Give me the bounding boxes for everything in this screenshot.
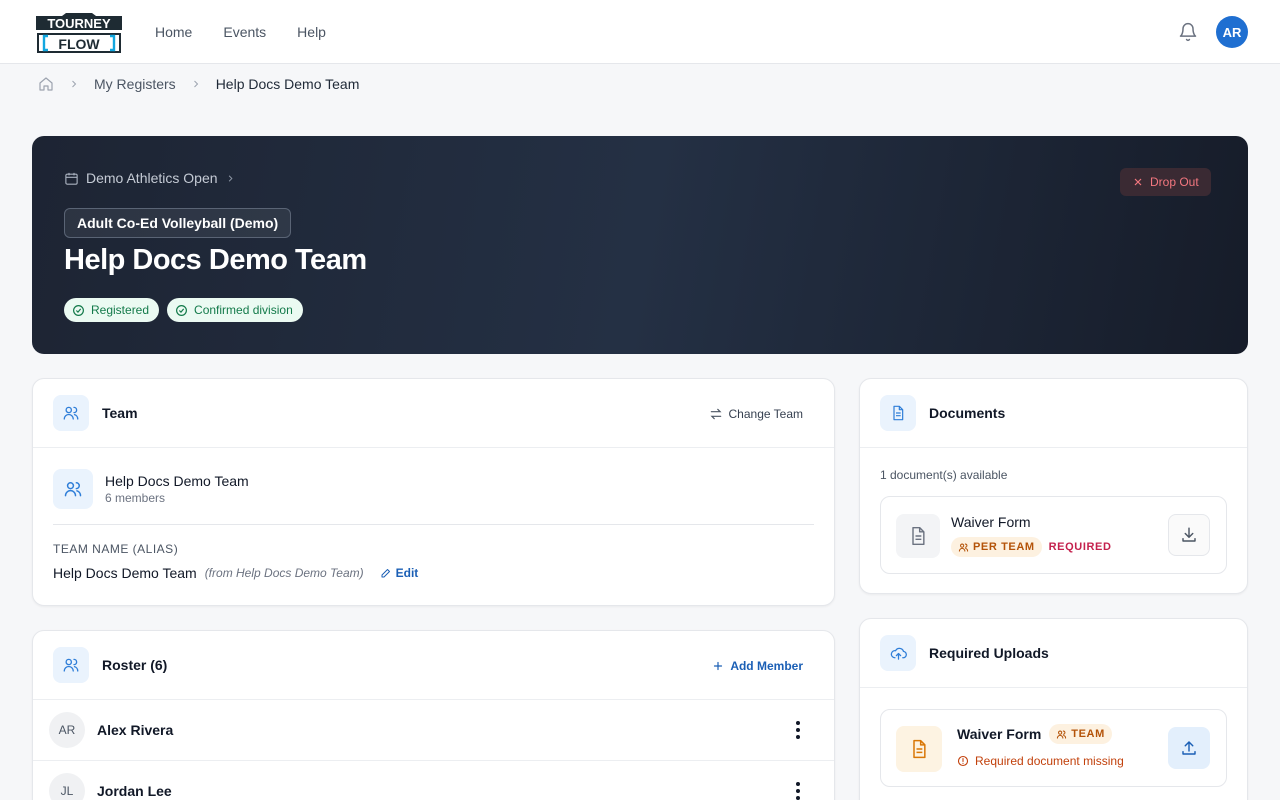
svg-text:FLOW: FLOW <box>58 36 100 52</box>
member-name: Alex Rivera <box>97 722 174 738</box>
document-count: 1 document(s) available <box>880 468 1008 482</box>
page-title: Help Docs Demo Team <box>64 244 367 276</box>
registered-badge: Registered <box>64 298 160 322</box>
users-icon <box>1057 730 1067 739</box>
roster-card-title: Roster (6) <box>102 657 168 673</box>
registration-hero: Demo Athletics Open Adult Co-Ed Volleyba… <box>32 136 1248 354</box>
chevron-right-icon <box>190 78 202 90</box>
document-icon <box>896 514 940 558</box>
divider <box>53 524 814 525</box>
roster-row[interactable]: AR Alex Rivera <box>33 700 834 761</box>
tourneyflow-logo[interactable]: TOURNEY FLOW <box>34 12 124 54</box>
alias-row: Help Docs Demo Team (from Help Docs Demo… <box>53 565 418 581</box>
scope-label: TEAM <box>1071 728 1105 740</box>
add-member-button[interactable]: Add Member <box>712 631 803 700</box>
member-name: Jordan Lee <box>97 783 172 799</box>
roster-row[interactable]: JL Jordan Lee <box>33 761 834 800</box>
roster-card: Roster (6) Add Member AR Alex Rivera JL … <box>32 630 835 800</box>
required-tag: REQUIRED <box>1048 541 1112 553</box>
uploads-card-title: Required Uploads <box>929 645 1049 661</box>
top-navbar: TOURNEY FLOW Home Events Help AR <box>0 0 1280 64</box>
drop-out-label: Drop Out <box>1150 175 1199 189</box>
pencil-icon <box>381 569 390 578</box>
chevron-right-icon <box>68 78 80 90</box>
more-vertical-icon[interactable] <box>790 781 806 800</box>
svg-text:TOURNEY: TOURNEY <box>47 16 111 31</box>
missing-status: Required document missing <box>957 754 1124 768</box>
roster-card-header: Roster (6) Add Member <box>33 631 834 700</box>
team-card: Team Change Team Help Docs Demo Team 6 m… <box>32 378 835 606</box>
drop-out-button[interactable]: Drop Out <box>1120 168 1211 196</box>
users-icon <box>958 543 969 552</box>
event-link[interactable]: Demo Athletics Open <box>64 170 236 186</box>
event-name: Demo Athletics Open <box>86 170 218 186</box>
users-icon <box>53 469 93 509</box>
breadcrumb-current: Help Docs Demo Team <box>215 76 360 92</box>
nav-home[interactable]: Home <box>155 24 192 40</box>
documents-card: Documents 1 document(s) available Waiver… <box>859 378 1248 594</box>
team-name: Help Docs Demo Team <box>105 473 249 489</box>
document-icon <box>880 395 916 431</box>
upload-icon <box>1182 741 1196 755</box>
status-badges: Registered Confirmed division <box>64 298 303 322</box>
bell-icon[interactable] <box>1178 22 1198 42</box>
missing-status-text: Required document missing <box>975 754 1124 768</box>
calendar-icon <box>65 172 78 185</box>
team-summary: Help Docs Demo Team 6 members <box>53 469 249 509</box>
per-team-tag: PER TEAM <box>951 537 1042 557</box>
main-nav: Home Events Help <box>155 0 326 64</box>
edit-label: Edit <box>395 566 419 580</box>
team-card-header: Team Change Team <box>33 379 834 448</box>
team-card-title: Team <box>102 405 138 421</box>
upload-button[interactable] <box>1168 727 1210 769</box>
document-item: Waiver Form PER TEAM REQUIRED <box>880 496 1227 574</box>
change-team-label: Change Team <box>728 406 804 421</box>
required-uploads-card: Required Uploads Waiver Form TEAM Requir… <box>859 618 1248 800</box>
user-avatar[interactable]: AR <box>1216 16 1248 48</box>
edit-alias-button[interactable]: Edit <box>380 566 419 580</box>
check-circle-icon <box>176 304 188 316</box>
confirmed-division-badge: Confirmed division <box>167 298 303 322</box>
document-name: Waiver Form <box>951 514 1031 530</box>
registered-badge-label: Registered <box>91 303 150 317</box>
confirmed-division-badge-label: Confirmed division <box>194 303 293 317</box>
cloud-upload-icon <box>880 635 916 671</box>
scope-label: PER TEAM <box>973 541 1035 553</box>
team-member-count: 6 members <box>105 491 166 505</box>
division-pill: Adult Co-Ed Volleyball (Demo) <box>64 208 292 238</box>
member-avatar: AR <box>49 712 85 748</box>
plus-icon <box>714 661 723 670</box>
team-tag: TEAM <box>1049 724 1112 744</box>
swap-icon <box>710 408 721 419</box>
breadcrumb-my-registers[interactable]: My Registers <box>94 76 176 92</box>
nav-events[interactable]: Events <box>223 24 266 40</box>
document-tags: PER TEAM REQUIRED <box>951 537 1112 557</box>
alias-value: Help Docs Demo Team <box>53 565 197 581</box>
home-icon[interactable] <box>38 76 54 92</box>
alias-label: TEAM NAME (ALIAS) <box>53 542 179 556</box>
download-button[interactable] <box>1168 514 1210 556</box>
upload-name: Waiver Form <box>957 726 1042 742</box>
close-icon <box>1134 178 1142 186</box>
documents-card-title: Documents <box>929 405 1006 421</box>
member-avatar: JL <box>49 773 85 800</box>
uploads-card-header: Required Uploads <box>860 619 1247 688</box>
users-icon <box>53 647 89 683</box>
breadcrumb: My Registers Help Docs Demo Team <box>38 74 359 94</box>
change-team-button[interactable]: Change Team <box>709 379 804 448</box>
documents-card-header: Documents <box>860 379 1247 448</box>
more-vertical-icon[interactable] <box>790 720 806 740</box>
nav-help[interactable]: Help <box>297 24 326 40</box>
chevron-right-icon <box>228 174 233 182</box>
alert-circle-icon <box>957 755 969 767</box>
check-circle-icon <box>73 304 84 316</box>
alias-source: (from Help Docs Demo Team) <box>204 566 364 580</box>
document-icon <box>896 726 942 772</box>
upload-item: Waiver Form TEAM Required document missi… <box>880 709 1227 787</box>
add-member-label: Add Member <box>730 658 803 673</box>
users-icon <box>53 395 89 431</box>
download-icon <box>1182 527 1196 542</box>
upload-title-row: Waiver Form TEAM <box>957 724 1112 744</box>
